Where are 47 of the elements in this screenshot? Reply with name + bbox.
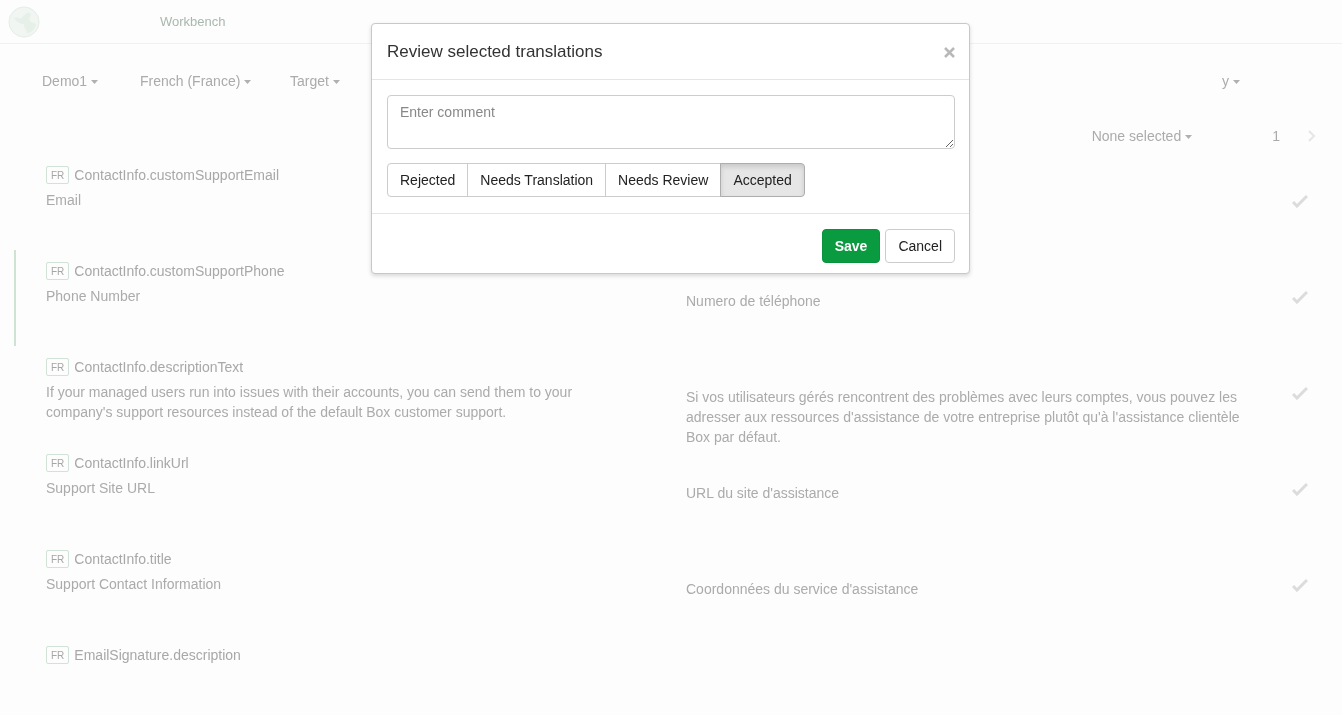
string-key: ContactInfo.linkUrl (74, 455, 189, 471)
selection-dropdown[interactable]: None selected (1091, 128, 1193, 144)
translation-text: URL du site d'assistance (686, 484, 841, 503)
filter-dropdown[interactable]: y (1222, 73, 1282, 89)
source-text: Phone Number (46, 287, 142, 306)
translation-text: Si vos utilisateurs gérés rencontrent des problèmes avec leurs comptes, vous pouvez les adresser aux ressources d'assistance de votre entreprise plutôt qu'à l'assistance clientèle Box par défaut. (686, 388, 1241, 447)
locale-badge: FR (46, 262, 70, 280)
checkmark-icon (1292, 578, 1308, 592)
filter-dropdown[interactable]: French (France) (140, 73, 290, 89)
caret-icon (1185, 135, 1193, 140)
caret-icon (91, 80, 99, 85)
app-title: Workbench (160, 14, 226, 29)
caret-icon (244, 80, 252, 85)
locale-badge: FR (46, 454, 70, 472)
caret-icon (1233, 80, 1240, 85)
string-key: ContactInfo.title (74, 551, 172, 567)
locale-badge: FR (46, 166, 70, 184)
globe-logo-icon[interactable] (8, 5, 40, 38)
source-text: If your managed users run into issues with their accounts, you can send them to your company's support resources instead of the default Box customer support. (46, 383, 574, 422)
status-toggle[interactable]: Rejected (387, 163, 469, 197)
translation-text: Coordonnées du service d'assistance (686, 580, 920, 599)
string-key: ContactInfo.customSupportEmail (74, 167, 279, 183)
checkmark-icon (1292, 290, 1308, 304)
checkmark-icon (1292, 386, 1308, 400)
page-number[interactable]: 1 (1272, 128, 1280, 144)
locale-badge: FR (46, 358, 70, 376)
comment-field[interactable]: Enter comment (387, 95, 955, 149)
source-text: Support Site URL (46, 479, 156, 498)
checkmark-icon (1292, 482, 1308, 496)
string-key: ContactInfo.descriptionText (74, 359, 244, 375)
locale-badge: FR (46, 646, 70, 664)
source-text: Email (46, 191, 82, 210)
string-key: ContactInfo.customSupportPhone (74, 263, 285, 279)
translation-text: Numero de téléphone (686, 292, 822, 311)
filter-dropdown[interactable]: Target (290, 73, 620, 89)
locale-badge: FR (46, 550, 70, 568)
dialog-title: Review selected translations (387, 41, 603, 62)
save-button[interactable]: Save (821, 229, 881, 263)
status-toggle[interactable]: Needs Review (605, 163, 722, 197)
caret-icon (332, 80, 340, 85)
cancel-button[interactable]: Cancel (885, 229, 955, 263)
checkmark-icon (1292, 194, 1308, 208)
source-text: Support Contact Information (46, 575, 223, 594)
string-key: EmailSignature.description (74, 647, 241, 663)
status-toggle[interactable]: Needs Translation (467, 163, 607, 197)
filter-dropdown[interactable]: Demo1 (42, 73, 140, 89)
status-toggle[interactable]: Accepted (720, 163, 805, 197)
